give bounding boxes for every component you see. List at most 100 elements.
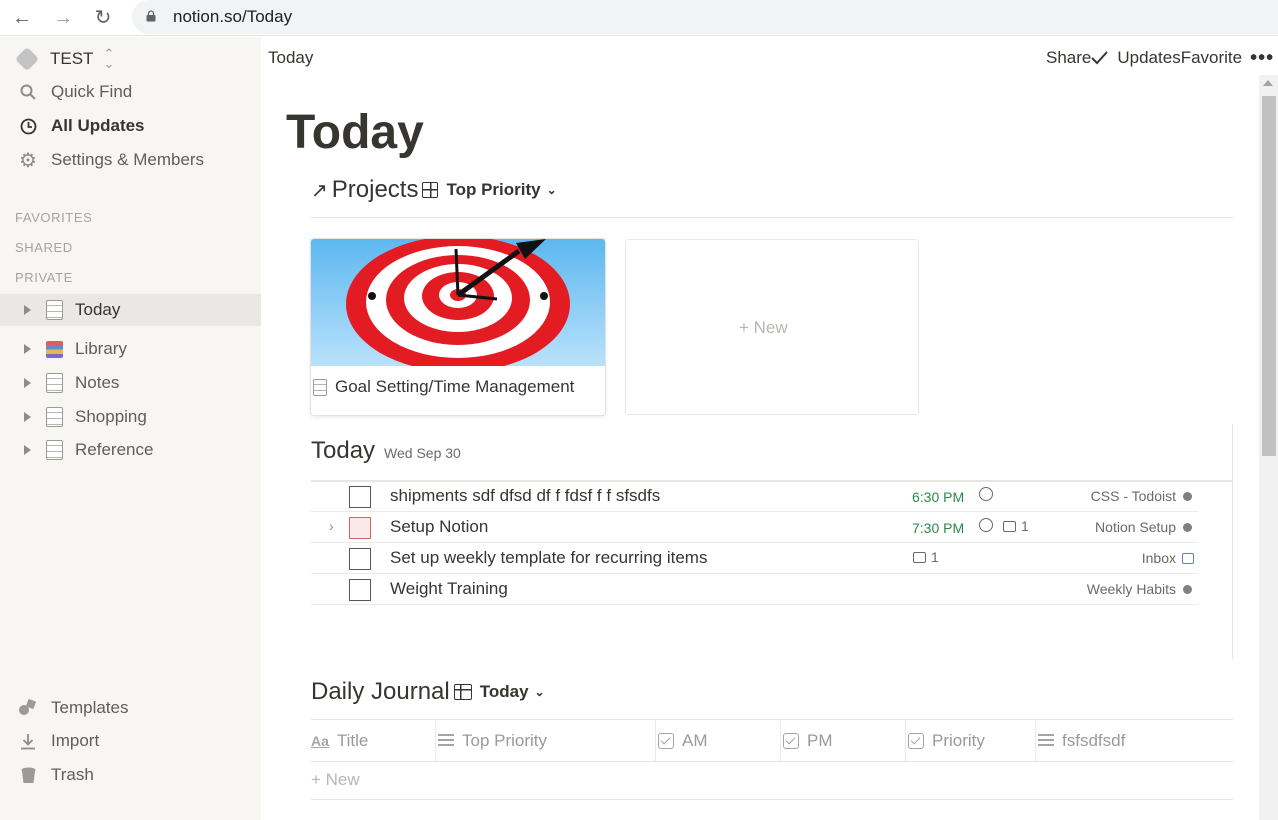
task-project[interactable]: Weekly Habits [1087, 581, 1176, 597]
sidebar-item-library[interactable]: Library [0, 333, 261, 365]
column-header-title[interactable]: Aa Title [311, 720, 368, 761]
settings-members-link[interactable]: ⚙ Settings & Members [17, 148, 204, 172]
more-options-icon[interactable]: ••• [1250, 48, 1274, 68]
expand-arrow-icon[interactable] [24, 445, 31, 455]
expand-arrow-icon[interactable] [24, 344, 31, 354]
search-icon [17, 81, 39, 103]
scroll-up-icon[interactable] [1263, 80, 1273, 86]
private-section-label[interactable]: PRIVATE [15, 270, 73, 285]
chevron-down-icon: ⌄ [546, 183, 557, 197]
shared-section-label[interactable]: SHARED [15, 240, 73, 255]
all-updates-label: All Updates [51, 116, 145, 135]
reload-icon[interactable]: ↻ [91, 6, 115, 30]
comment-count-text: 1 [1021, 518, 1029, 534]
workspace-switcher[interactable]: TEST ⌃ ⌄ [14, 46, 114, 72]
column-header-fsfsdfsdf[interactable]: fsfsdfsdf [1035, 720, 1125, 761]
text-lines-icon [438, 734, 454, 747]
quick-find-link[interactable]: Quick Find [17, 80, 132, 104]
new-card-label: + New [739, 318, 788, 337]
column-header-pm[interactable]: PM [780, 720, 833, 761]
expand-arrow-icon[interactable] [24, 305, 31, 315]
today-title[interactable]: Today [311, 437, 375, 465]
import-link[interactable]: Import [17, 729, 99, 753]
project-color-dot [1183, 492, 1192, 501]
task-row[interactable]: Weight Training Weekly Habits [311, 574, 1198, 605]
view-selector[interactable]: Today ⌄ [453, 682, 545, 702]
gallery-icon [422, 182, 439, 198]
shapes-icon [17, 697, 39, 719]
breadcrumb[interactable]: Today [268, 48, 313, 68]
page-icon [46, 300, 63, 320]
task-project[interactable]: Notion Setup [1095, 519, 1176, 535]
sidebar-item-reference[interactable]: Reference [0, 434, 261, 466]
page-title[interactable]: Today [286, 105, 424, 160]
workspace-name: TEST [50, 49, 94, 68]
task-checkbox[interactable] [349, 486, 371, 508]
expand-arrow-icon[interactable] [24, 378, 31, 388]
scrollbar-thumb[interactable] [1262, 96, 1276, 456]
new-card-button[interactable]: + New [625, 239, 919, 415]
favorite-button[interactable]: Favorite [1181, 48, 1242, 68]
comment-count[interactable]: 1 [1003, 518, 1029, 534]
books-icon [46, 340, 63, 358]
journal-title[interactable]: Daily Journal [311, 678, 450, 706]
new-row-button[interactable]: + New [311, 770, 360, 790]
gallery-card[interactable]: Goal Setting/Time Management [311, 239, 605, 415]
comment-count[interactable]: 1 [913, 549, 939, 565]
expand-arrow-icon[interactable] [24, 412, 31, 422]
column-header-am[interactable]: AM [655, 720, 708, 761]
task-time: 6:30 PM [912, 489, 965, 505]
inbox-icon [1182, 553, 1194, 564]
import-label: Import [51, 731, 100, 750]
task-title[interactable]: Setup Notion [390, 517, 488, 537]
updates-button[interactable]: Updates [1117, 48, 1180, 68]
favorites-section-label[interactable]: FAVORITES [15, 210, 92, 225]
gear-icon: ⚙ [19, 149, 37, 172]
trash-link[interactable]: Trash [17, 763, 94, 787]
templates-link[interactable]: Templates [17, 696, 128, 720]
back-icon[interactable]: ← [10, 6, 34, 30]
url-text[interactable]: notion.so/Today [173, 7, 292, 27]
task-project[interactable]: CSS - Todoist [1091, 488, 1176, 504]
page-icon [313, 378, 327, 396]
projects-title[interactable]: Projects [332, 176, 419, 204]
task-project[interactable]: Inbox [1142, 550, 1176, 566]
text-lines-icon [1038, 734, 1054, 747]
settings-members-label: Settings & Members [51, 150, 205, 169]
chevron-right-icon[interactable]: › [329, 518, 334, 534]
table-icon [453, 684, 472, 700]
task-checkbox[interactable] [349, 517, 371, 539]
sidebar-item-label: Today [75, 300, 121, 319]
task-row[interactable]: Set up weekly template for recurring ite… [311, 543, 1198, 574]
view-selector[interactable]: Top Priority ⌄ [422, 180, 557, 200]
task-row[interactable]: › Setup Notion 7:30 PM 1 Notion Setup [311, 512, 1198, 543]
checkbox-property-icon [783, 732, 799, 749]
task-row[interactable]: shipments sdf dfsd df f fdsf f f sfsdfs … [311, 481, 1198, 512]
page-icon [46, 440, 63, 460]
project-color-dot [1183, 585, 1192, 594]
sidebar-item-today[interactable]: Today [0, 294, 261, 326]
task-checkbox[interactable] [349, 579, 371, 601]
sidebar-item-label: Library [75, 339, 127, 358]
forward-icon[interactable]: → [51, 6, 75, 30]
link-arrow-icon: ↗ [311, 179, 328, 202]
topbar-actions: Share Updates Favorite ••• [1046, 48, 1274, 68]
task-title[interactable]: Set up weekly template for recurring ite… [390, 548, 707, 568]
all-updates-link[interactable]: All Updates [17, 114, 145, 138]
task-title[interactable]: shipments sdf dfsd df f fdsf f f sfsdfs [390, 486, 660, 506]
address-bar[interactable]: notion.so/Today [132, 0, 1278, 34]
checkbox-property-icon [908, 732, 924, 749]
column-header-top-priority[interactable]: Top Priority [435, 720, 547, 761]
task-title[interactable]: Weight Training [390, 579, 508, 599]
task-checkbox[interactable] [349, 548, 371, 570]
workspace-icon [14, 46, 40, 72]
sidebar-item-notes[interactable]: Notes [0, 367, 261, 399]
sidebar-item-shopping[interactable]: Shopping [0, 401, 261, 433]
column-label: fsfsdfsdf [1062, 730, 1126, 750]
today-date: Wed Sep 30 [384, 445, 461, 461]
share-button[interactable]: Share [1046, 48, 1091, 68]
clock-icon [17, 115, 39, 137]
column-header-priority[interactable]: Priority [905, 720, 985, 761]
column-label: Priority [932, 730, 985, 750]
card-title[interactable]: Goal Setting/Time Management [311, 377, 574, 397]
